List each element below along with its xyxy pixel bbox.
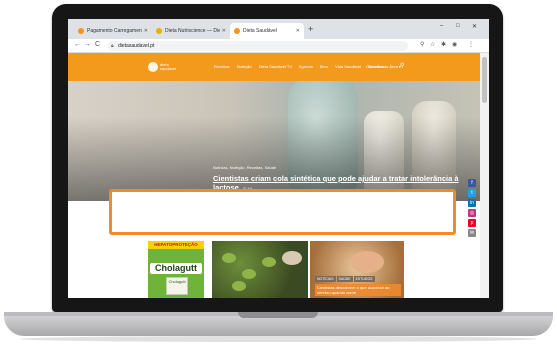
- laptop-notch: [238, 312, 318, 318]
- minimize-button[interactable]: –: [440, 23, 443, 29]
- browser-tab-bar: Pagamento Carregamento Sucesso — ✕ Dieta…: [68, 19, 489, 39]
- laptop-shadow: [20, 336, 537, 342]
- header-account-links[interactable]: Consultorias Área ▾: [366, 64, 401, 69]
- close-tab-icon[interactable]: ✕: [222, 28, 226, 34]
- hero-banner[interactable]: Notícias, Nutrição, Receitas, Saúde Cien…: [68, 81, 480, 201]
- twitter-icon[interactable]: t: [468, 189, 476, 197]
- ad-brand: Cholagutt: [150, 263, 202, 274]
- hero-categories[interactable]: Notícias, Nutrição, Receitas, Saúde: [213, 165, 276, 170]
- herb-shape: [262, 257, 276, 267]
- highlighted-ad-slot: [109, 189, 456, 235]
- site-logo[interactable]: dieta saudável: [148, 61, 177, 73]
- facebook-icon[interactable]: f: [468, 179, 476, 187]
- reload-button[interactable]: C: [95, 41, 100, 48]
- browser-tab[interactable]: Pagamento Carregamento Sucesso — ✕: [74, 23, 152, 39]
- close-window-button[interactable]: ✕: [472, 23, 477, 30]
- herb-shape: [222, 253, 236, 263]
- profile-icon[interactable]: ◉: [452, 41, 457, 48]
- cholagutt-ad[interactable]: HEPATOPROTEÇÃO Cholagutt Cholagutt: [148, 241, 204, 298]
- menu-item[interactable]: Vida Saudável: [335, 64, 361, 69]
- menu-item[interactable]: Agenda: [299, 64, 313, 69]
- maximize-button[interactable]: □: [456, 23, 460, 29]
- tab-title: Pagamento Carregamento Sucesso —: [87, 28, 142, 34]
- laptop-mockup: Pagamento Carregamento Sucesso — ✕ Dieta…: [0, 0, 557, 351]
- tab-title: Dieta Nutriscience — Dietas e: [165, 28, 220, 34]
- menu-item[interactable]: Receitas: [214, 64, 230, 69]
- tag[interactable]: ESTUDOS: [353, 276, 375, 282]
- close-tab-icon[interactable]: ✕: [144, 28, 148, 34]
- menu-item[interactable]: Nutrição: [237, 64, 252, 69]
- logo-mark-icon: [148, 62, 158, 72]
- ad-product-pack: Cholagutt: [166, 277, 188, 295]
- logo-text: dieta saudável: [160, 62, 177, 71]
- menu-item[interactable]: Bem: [320, 64, 328, 69]
- orange-leaf-icon: [234, 28, 240, 34]
- zoom-icon[interactable]: ⚲: [420, 41, 424, 48]
- article-caption[interactable]: Cientistas descobrem o que acontece ao c…: [315, 284, 401, 296]
- ad-band-text: HEPATOPROTEÇÃO: [148, 241, 204, 249]
- search-icon[interactable]: ⚲: [400, 62, 404, 69]
- tag[interactable]: SAÚDE: [336, 276, 353, 282]
- browser-tab[interactable]: Dieta Nutriscience — Dietas e ✕: [152, 23, 230, 39]
- lock-icon: 🔒︎: [111, 43, 114, 49]
- menu-item[interactable]: Dieta Saudável TV: [259, 64, 292, 69]
- article-thumbnail-herbs[interactable]: [212, 241, 308, 298]
- url-text: dietasaudavel.pt: [118, 43, 155, 49]
- main-menu: Receitas Nutrição Dieta Saudável TV Agen…: [214, 64, 390, 69]
- site-header: dieta saudável Receitas Nutrição Dieta S…: [68, 53, 480, 81]
- new-tab-button[interactable]: +: [308, 24, 313, 34]
- article-tags: NOTÍCIAS SAÚDE ESTUDOS: [315, 276, 376, 282]
- tab-title: Dieta Saudável: [243, 28, 277, 34]
- browser-tab-active[interactable]: Dieta Saudável ✕: [230, 23, 304, 39]
- yellow-site-icon: [156, 28, 162, 34]
- extension-icon[interactable]: ✱: [441, 41, 446, 48]
- orange-leaf-icon: [78, 28, 84, 34]
- email-icon[interactable]: ✉: [468, 229, 476, 237]
- back-button[interactable]: ←: [74, 41, 81, 48]
- scrollbar-thumb[interactable]: [482, 57, 487, 103]
- bowl-shape: [282, 251, 302, 265]
- tag[interactable]: NOTÍCIAS: [315, 276, 336, 282]
- pinterest-icon[interactable]: p: [468, 219, 476, 227]
- hand-shape: [350, 251, 384, 273]
- menu-dots-icon[interactable]: ⋮: [468, 41, 474, 48]
- linkedin-icon[interactable]: in: [468, 199, 476, 207]
- browser-toolbar: ← → C 🔒︎ dietasaudavel.pt ⚲ ☆ ✱ ◉ ⋮: [68, 39, 489, 53]
- herb-shape: [242, 269, 256, 279]
- close-tab-icon[interactable]: ✕: [296, 28, 300, 34]
- instagram-icon[interactable]: ◎: [468, 209, 476, 217]
- bookmark-star-icon[interactable]: ☆: [430, 41, 435, 48]
- social-share-bar: f t in ◎ p ✉: [468, 179, 478, 239]
- herb-shape: [232, 281, 246, 291]
- forward-button[interactable]: →: [84, 41, 91, 48]
- address-bar[interactable]: 🔒︎ dietasaudavel.pt: [108, 41, 408, 51]
- laptop-screen: Pagamento Carregamento Sucesso — ✕ Dieta…: [68, 19, 489, 298]
